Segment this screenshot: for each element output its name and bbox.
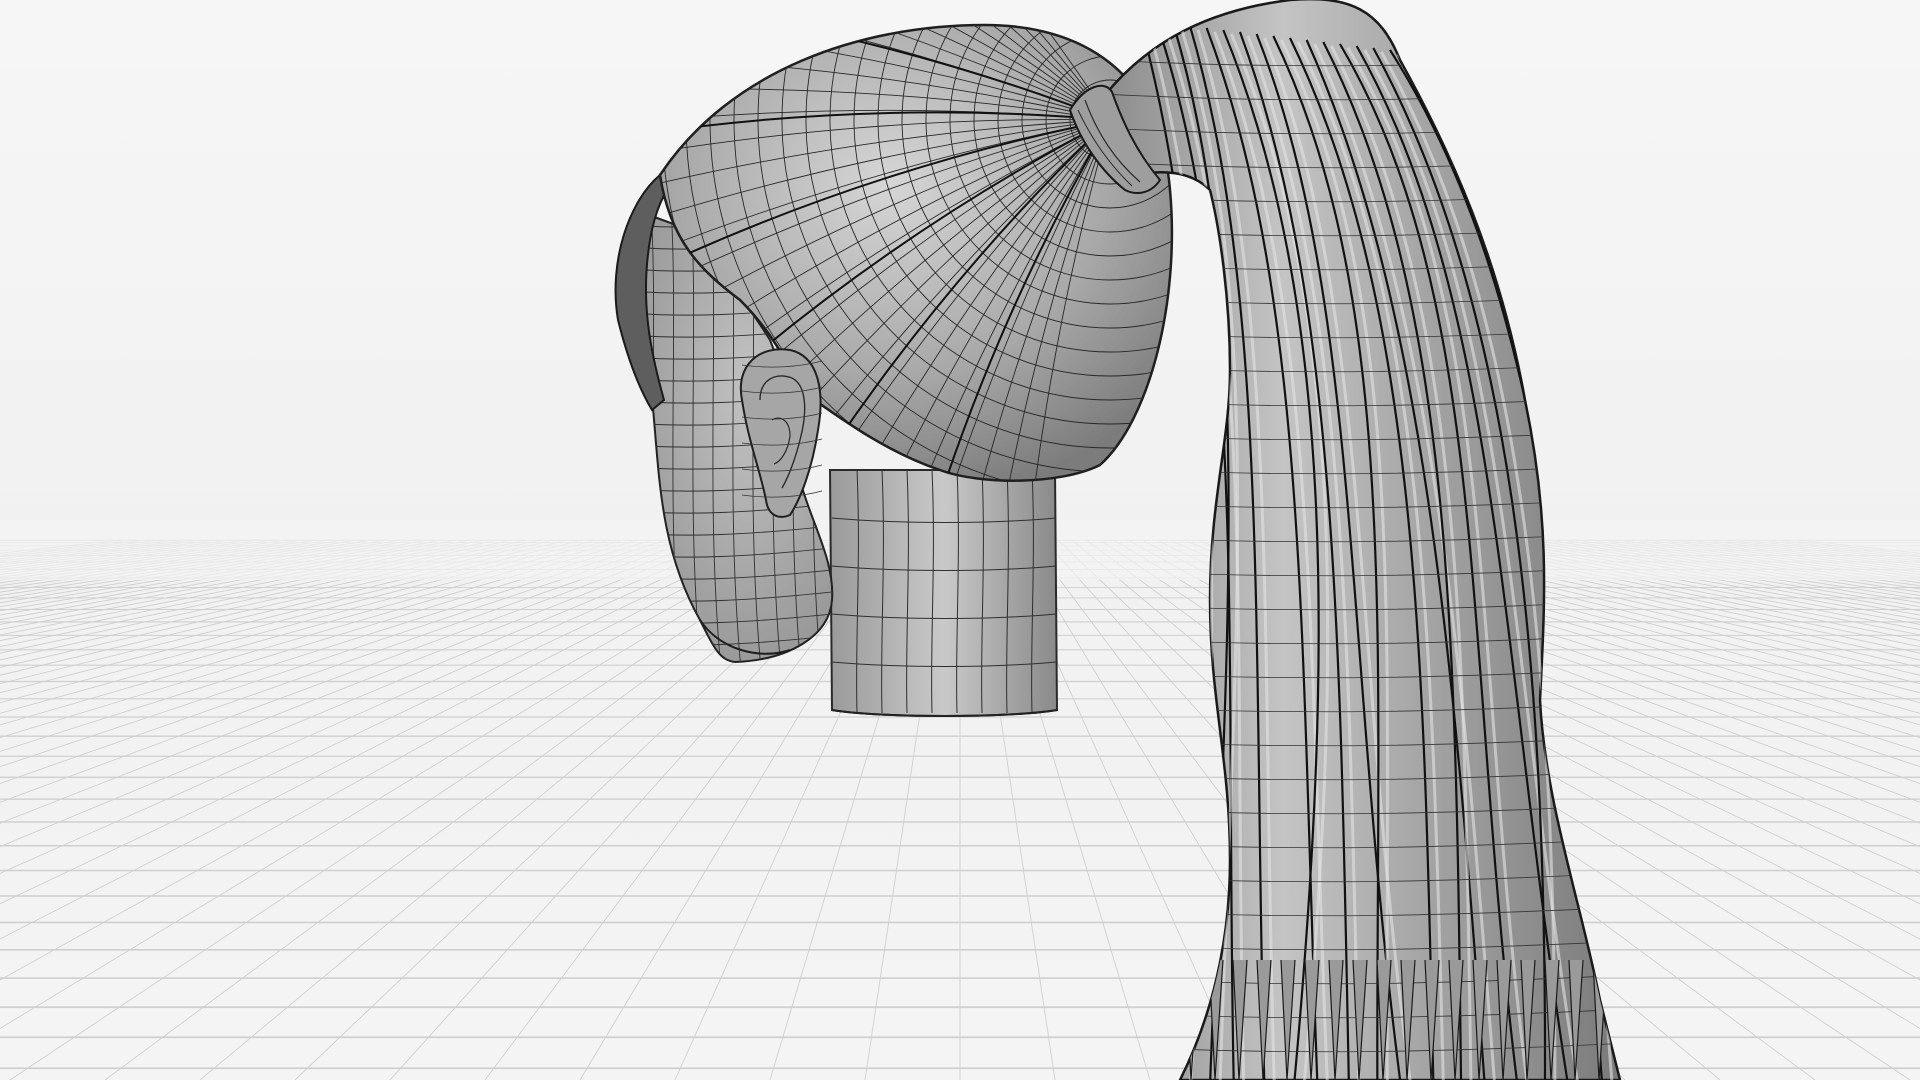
neck-mesh[interactable] <box>828 469 1059 717</box>
3d-viewport[interactable] <box>0 0 1920 1080</box>
viewport-scene[interactable] <box>0 0 1920 1080</box>
